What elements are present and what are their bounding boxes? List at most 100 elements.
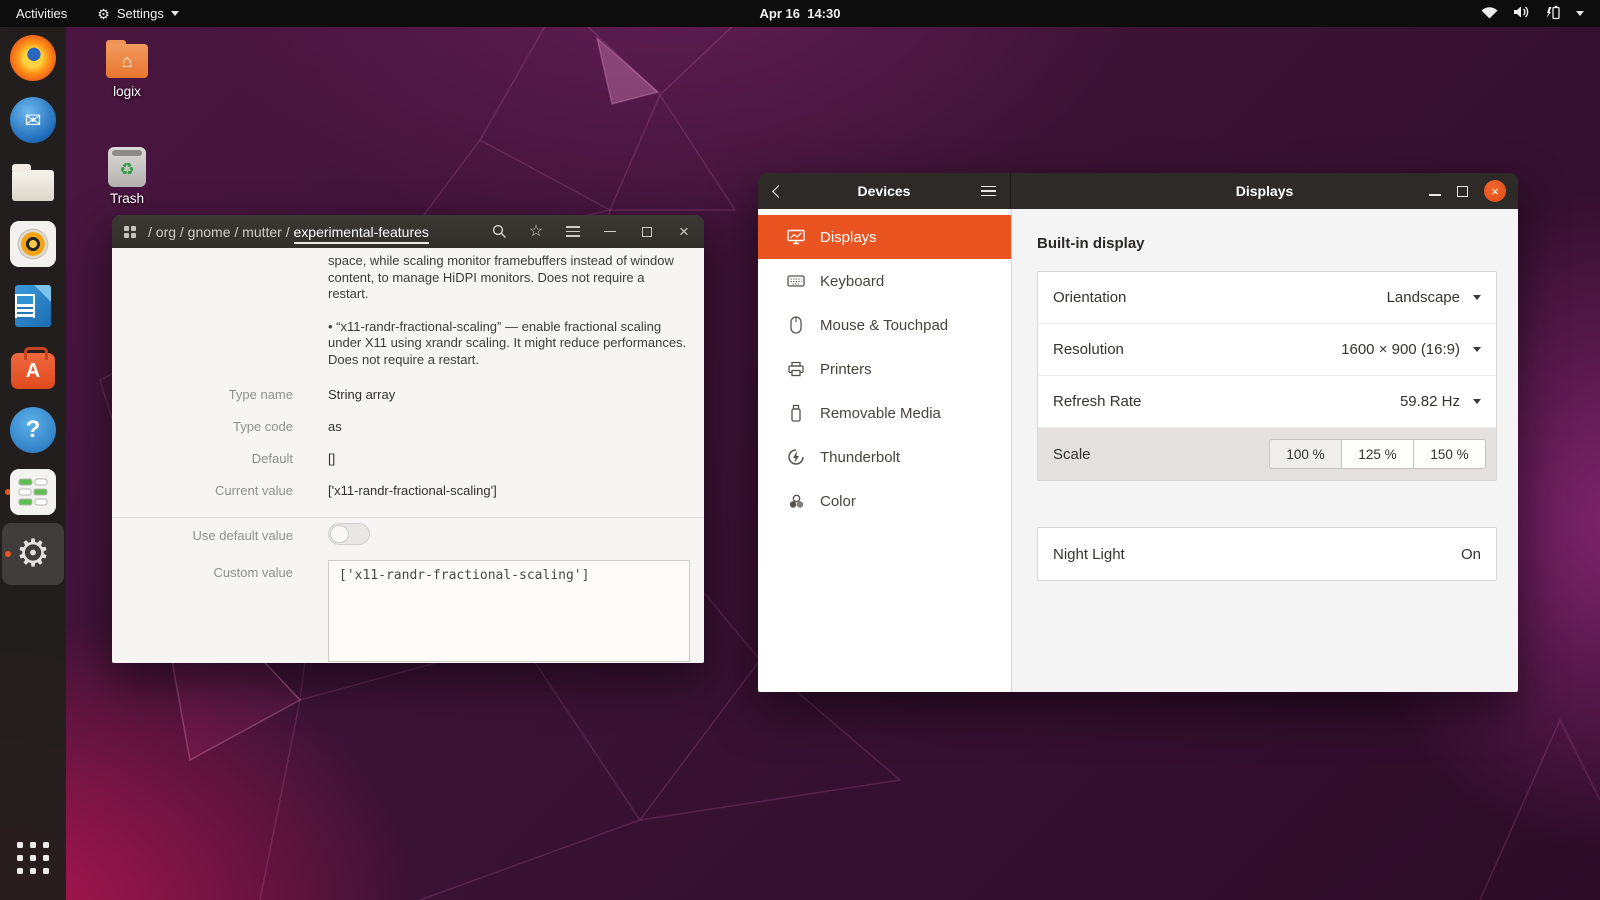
close-button[interactable]: ×: [1484, 180, 1506, 202]
sidebar-item-printers[interactable]: Printers: [758, 347, 1011, 391]
orientation-value: Landscape: [1387, 289, 1460, 306]
dock-item-thunderbird[interactable]: ✉: [2, 89, 64, 151]
section-title: Built-in display: [1037, 235, 1145, 252]
show-applications-button[interactable]: [17, 842, 49, 874]
sidebar-item-label: Color: [820, 493, 856, 510]
folder-icon: ⌂: [104, 40, 150, 80]
dock-item-dconf-editor[interactable]: [2, 461, 64, 523]
row-label: Scale: [1053, 446, 1269, 463]
sidebar-item-displays[interactable]: Displays: [758, 215, 1011, 259]
dock-item-help[interactable]: ?: [2, 399, 64, 461]
display-settings-card: Orientation Landscape Resolution 1600 × …: [1037, 271, 1497, 481]
maximize-button[interactable]: [639, 224, 655, 240]
sidebar-item-thunderbolt[interactable]: Thunderbolt: [758, 435, 1011, 479]
gear-glyph: ⚙: [16, 535, 50, 573]
volume-icon: [1513, 5, 1530, 22]
ubuntu-software-icon: A: [10, 345, 56, 391]
description-paragraph: • “x11-randr-fractional-scaling” — enabl…: [328, 319, 688, 369]
sidebar-item-label: Keyboard: [820, 273, 884, 290]
breadcrumb[interactable]: / org / gnome / mutter / experimental-fe…: [148, 224, 429, 240]
hamburger-menu-icon[interactable]: [981, 186, 996, 197]
software-letter: A: [26, 360, 40, 383]
use-default-toggle[interactable]: [328, 523, 370, 545]
sidebar-item-removable-media[interactable]: Removable Media: [758, 391, 1011, 435]
scale-row: Scale 100 % 125 % 150 %: [1038, 428, 1496, 480]
rhythmbox-icon: [10, 221, 56, 267]
dock-item-firefox[interactable]: [2, 27, 64, 89]
envelope-glyph: ✉: [25, 108, 42, 133]
scale-option-100[interactable]: 100 %: [1269, 439, 1342, 469]
dconf-editor-window: / org / gnome / mutter / experimental-fe…: [112, 215, 704, 663]
field-value: String array: [328, 387, 395, 402]
field-value: as: [328, 419, 342, 434]
field-row-current-value: Current value ['x11-randr-fractional-sca…: [112, 483, 704, 503]
settings-headerbar[interactable]: Devices Displays ×: [758, 173, 1518, 209]
sidebar-headerbar: Devices: [758, 173, 1011, 209]
night-light-card: Night Light On: [1037, 527, 1497, 581]
libreoffice-writer-icon: [10, 283, 56, 329]
trash-icon: ♻: [108, 147, 146, 187]
menu-icon[interactable]: [565, 224, 581, 240]
sidebar-item-color[interactable]: Color: [758, 479, 1011, 523]
sidebar-item-label: Thunderbolt: [820, 449, 900, 466]
desktop-icon-trash[interactable]: ♻ Trash: [98, 147, 156, 206]
settings-gear-icon: ⚙: [10, 531, 56, 577]
settings-window: Devices Displays × Displays: [758, 173, 1518, 692]
refresh-rate-row[interactable]: Refresh Rate 59.82 Hz: [1038, 376, 1496, 428]
row-label: Night Light: [1053, 546, 1461, 563]
field-label: Type code: [112, 419, 293, 434]
breadcrumb-path[interactable]: / org / gnome / mutter /: [148, 224, 294, 240]
dock-item-rhythmbox[interactable]: [2, 213, 64, 275]
refresh-rate-value: 59.82 Hz: [1400, 393, 1460, 410]
color-icon: [787, 492, 805, 510]
displays-panel: Built-in display Orientation Landscape R…: [1011, 209, 1518, 692]
minimize-button[interactable]: [602, 224, 618, 240]
row-label: Orientation: [1053, 289, 1387, 306]
field-label: Default: [112, 451, 293, 466]
keys-grid-icon[interactable]: [124, 226, 136, 238]
dock: ✉ A ? ⚙: [0, 27, 66, 900]
field-value: []: [328, 451, 335, 466]
dconf-editor-icon: [10, 469, 56, 515]
orientation-row[interactable]: Orientation Landscape: [1038, 272, 1496, 324]
chevron-down-icon: [1473, 399, 1481, 404]
sidebar-title: Devices: [758, 183, 1010, 199]
dock-item-settings[interactable]: ⚙: [2, 523, 64, 585]
files-icon: [10, 159, 56, 205]
sidebar-item-label: Displays: [820, 229, 877, 246]
scale-option-150[interactable]: 150 %: [1413, 439, 1486, 469]
clock[interactable]: Apr 16 14:30: [0, 6, 1600, 21]
sidebar-item-keyboard[interactable]: Keyboard: [758, 259, 1011, 303]
field-label: Current value: [112, 483, 293, 498]
night-light-status: On: [1461, 546, 1481, 563]
scale-option-125[interactable]: 125 %: [1341, 439, 1414, 469]
sidebar-item-label: Printers: [820, 361, 872, 378]
sidebar-item-mouse-touchpad[interactable]: Mouse & Touchpad: [758, 303, 1011, 347]
desktop-icon-logix[interactable]: ⌂ logix: [98, 40, 156, 99]
thunderbolt-icon: [787, 448, 805, 466]
separator: [112, 517, 704, 518]
desktop-icon-label: Trash: [98, 191, 156, 206]
night-light-row[interactable]: Night Light On: [1038, 528, 1496, 580]
resolution-row[interactable]: Resolution 1600 × 900 (16:9): [1038, 324, 1496, 376]
custom-value-input[interactable]: ['x11-randr-fractional-scaling']: [328, 560, 690, 662]
settings-sidebar: Displays Keyboard Mouse & Touchpad Print…: [758, 209, 1011, 692]
top-bar: Activities ⚙ Settings Apr 16 14:30: [0, 0, 1600, 27]
close-button[interactable]: ×: [676, 224, 692, 240]
usb-drive-icon: [787, 404, 805, 422]
dconf-key-page: space, while scaling monitor framebuffer…: [112, 248, 704, 663]
house-glyph: ⌂: [122, 51, 133, 72]
bookmark-star-icon[interactable]: ☆: [528, 224, 544, 240]
dock-item-ubuntu-software[interactable]: A: [2, 337, 64, 399]
dock-item-files[interactable]: [2, 151, 64, 213]
minimize-button[interactable]: [1429, 194, 1441, 196]
printer-icon: [787, 360, 805, 378]
maximize-button[interactable]: [1457, 186, 1468, 197]
dock-item-libreoffice-writer[interactable]: [2, 275, 64, 337]
chevron-down-icon: [1473, 295, 1481, 300]
search-icon[interactable]: [491, 224, 507, 240]
mouse-icon: [787, 316, 805, 334]
system-status-area[interactable]: [1481, 5, 1600, 23]
dconf-titlebar[interactable]: / org / gnome / mutter / experimental-fe…: [112, 215, 704, 248]
use-default-row: Use default value: [112, 528, 704, 548]
